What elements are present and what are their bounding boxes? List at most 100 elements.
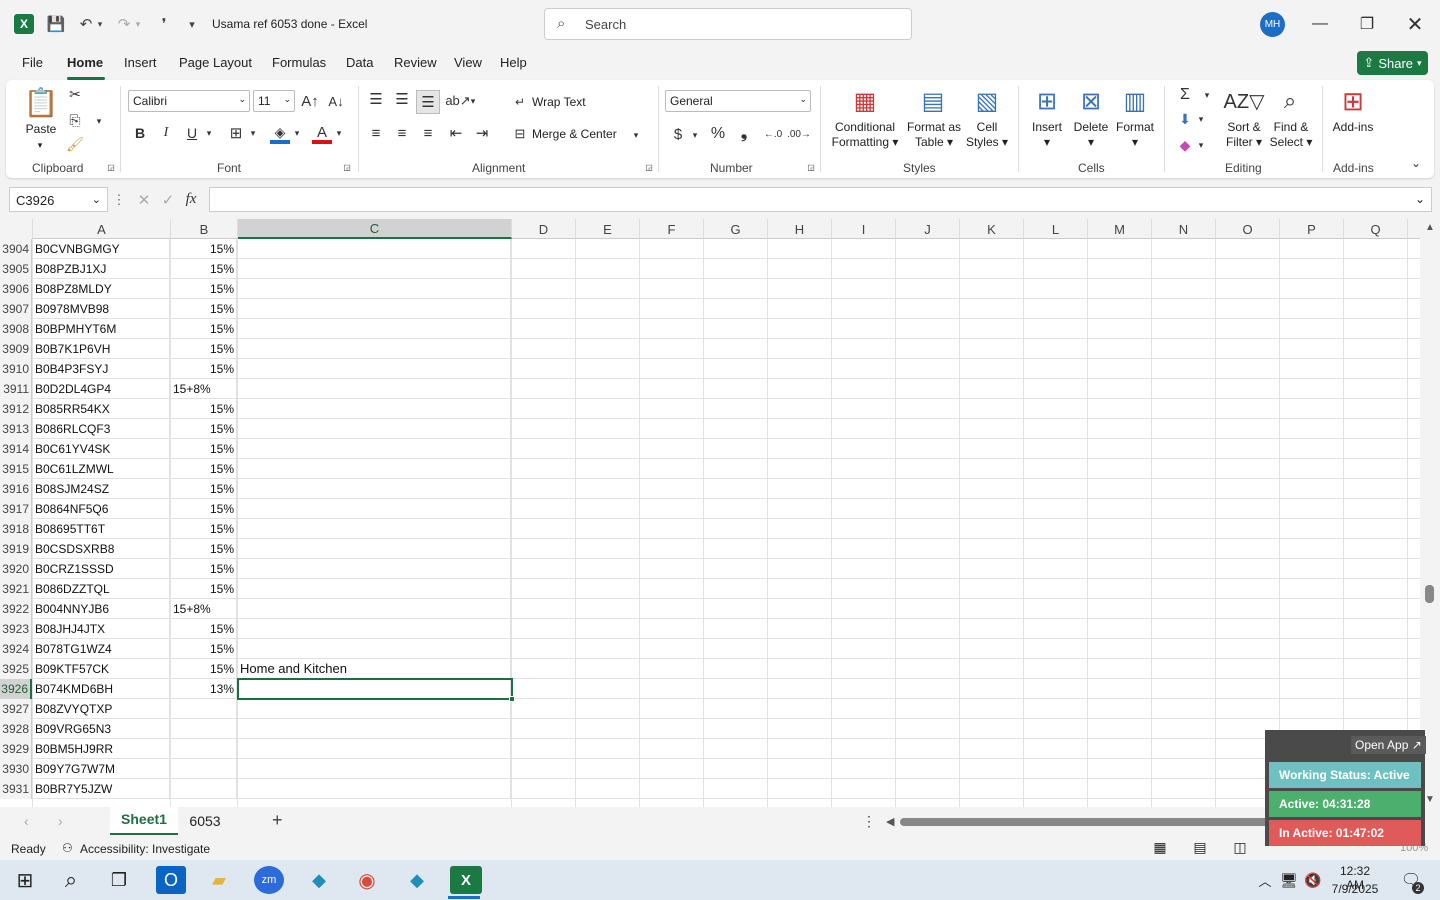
add-ins-icon[interactable]: ⊞ — [1336, 86, 1370, 116]
alignment-launcher-icon[interactable]: ◲ — [644, 162, 654, 172]
row-header[interactable]: 3918 — [0, 519, 32, 539]
more-options-icon[interactable]: ⋮ — [113, 190, 126, 210]
insert-cells-button[interactable]: Insert ▾ — [1024, 120, 1070, 150]
chrome-icon[interactable]: ◉ — [352, 866, 382, 894]
cell-b[interactable] — [171, 719, 237, 739]
cell-c[interactable] — [238, 279, 511, 299]
cell-c[interactable] — [238, 579, 511, 599]
scroll-down-icon[interactable]: ▼ — [1424, 794, 1436, 806]
open-app-button[interactable]: Open App ↗ — [1351, 736, 1426, 754]
row-header[interactable]: 3904 — [0, 239, 32, 259]
cell-b[interactable]: 15% — [171, 619, 237, 639]
cell-a[interactable]: B085RR54KX — [33, 399, 170, 419]
vertical-scrollbar[interactable] — [1420, 219, 1440, 807]
cell-c[interactable] — [238, 299, 511, 319]
row-header[interactable]: 3925 — [0, 659, 32, 679]
cell-c[interactable] — [238, 379, 511, 399]
format-as-table-icon[interactable]: ▤ — [916, 86, 950, 116]
column-header[interactable]: N — [1152, 219, 1216, 239]
sheet-tab-6053[interactable]: 6053 — [180, 807, 230, 835]
cell-a[interactable]: B0BM5HJ9RR — [33, 739, 170, 759]
conditional-formatting-button[interactable]: Conditional Formatting ▾ — [826, 120, 904, 150]
orientation-dropdown-icon[interactable]: ▾ — [468, 94, 478, 108]
clear-icon[interactable]: ◆ — [1174, 136, 1196, 154]
collapse-ribbon-icon[interactable]: ⌄ — [1408, 156, 1424, 170]
cell-c[interactable] — [238, 739, 511, 759]
cell-c[interactable] — [238, 479, 511, 499]
cell-c[interactable] — [238, 779, 511, 799]
cell-a[interactable]: B0D2DL4GP4 — [33, 379, 170, 399]
column-header[interactable]: F — [640, 219, 704, 239]
cell-c[interactable] — [238, 559, 511, 579]
cell-c[interactable] — [238, 759, 511, 779]
wrap-text-button[interactable]: Wrap Text — [532, 95, 586, 110]
cell-a[interactable]: B0CVNBGMGY — [33, 239, 170, 259]
column-header[interactable]: J — [896, 219, 960, 239]
save-icon[interactable]: 💾 — [46, 14, 66, 34]
cell-b[interactable] — [171, 739, 237, 759]
cell-a[interactable]: B074KMD6BH — [33, 679, 170, 699]
cell-b[interactable]: 15% — [171, 279, 237, 299]
task-view-icon[interactable]: ❐ — [104, 866, 134, 894]
expand-formula-icon[interactable]: ⌄ — [1415, 192, 1425, 206]
row-header[interactable]: 3924 — [0, 639, 32, 659]
cell-c[interactable] — [238, 239, 511, 259]
column-header[interactable]: I — [832, 219, 896, 239]
middle-align-icon[interactable]: ☰ — [392, 90, 412, 108]
cell-b[interactable]: 15% — [171, 639, 237, 659]
cell-a[interactable]: B0CSDSXRB8 — [33, 539, 170, 559]
cell-a[interactable]: B086RLCQF3 — [33, 419, 170, 439]
normal-view-icon[interactable]: ▦ — [1150, 839, 1170, 857]
underline-icon[interactable]: U — [184, 124, 200, 142]
cell-a[interactable]: B0BR7Y5JZW — [33, 779, 170, 799]
share-button[interactable]: ⇪ Share ▾ — [1357, 51, 1428, 75]
align-center-icon[interactable]: ≡ — [392, 124, 412, 142]
italic-icon[interactable]: I — [158, 124, 174, 142]
autosum-icon[interactable]: Σ — [1174, 86, 1196, 104]
clock-date[interactable]: 7/9/2025 — [1330, 882, 1380, 896]
cell-b[interactable]: 15% — [171, 399, 237, 419]
cell-b[interactable]: 15% — [171, 319, 237, 339]
row-header[interactable]: 3922 — [0, 599, 32, 619]
find-select-icon[interactable]: ⌕ — [1274, 86, 1306, 116]
format-cells-button[interactable]: Format ▾ — [1112, 120, 1158, 150]
currency-icon[interactable]: $ — [670, 124, 686, 144]
row-header[interactable]: 3907 — [0, 299, 32, 319]
cell-c[interactable] — [238, 259, 511, 279]
decrease-decimal-icon[interactable]: .00→ — [787, 124, 811, 144]
menu-page-layout[interactable]: Page Layout — [179, 55, 252, 70]
menu-help[interactable]: Help — [500, 55, 527, 70]
row-header[interactable]: 3928 — [0, 719, 32, 739]
cell-b[interactable]: 15% — [171, 479, 237, 499]
cell-c[interactable] — [238, 319, 511, 339]
cell-c[interactable] — [238, 419, 511, 439]
add-ins-button[interactable]: Add-ins — [1328, 120, 1378, 135]
cell-a[interactable]: B0CRZ1SSSD — [33, 559, 170, 579]
cell-a[interactable]: B09VRG65N3 — [33, 719, 170, 739]
cell-b[interactable]: 13% — [171, 679, 237, 699]
prev-sheet-icon[interactable]: ‹ — [24, 813, 29, 829]
align-right-icon[interactable]: ≡ — [418, 124, 438, 142]
cell-a[interactable]: B0BPMHYT6M — [33, 319, 170, 339]
cell-a[interactable]: B09KTF57CK — [33, 659, 170, 679]
cell-b[interactable] — [171, 759, 237, 779]
fill-handle[interactable] — [509, 696, 515, 702]
cell-c[interactable] — [238, 639, 511, 659]
avatar[interactable]: MH — [1260, 12, 1285, 37]
menu-formulas[interactable]: Formulas — [272, 55, 326, 70]
horizontal-scroll-thumb[interactable] — [900, 818, 1270, 826]
font-color-dropdown-icon[interactable]: ▾ — [334, 126, 344, 140]
cell-a[interactable]: B09Y7G7W7M — [33, 759, 170, 779]
row-header[interactable]: 3927 — [0, 699, 32, 719]
cell-c[interactable] — [238, 339, 511, 359]
clear-dropdown-icon[interactable]: ▾ — [1196, 138, 1206, 152]
undo-icon[interactable]: ↶ — [76, 14, 96, 34]
scroll-up-icon[interactable]: ▲ — [1424, 222, 1436, 234]
formula-input[interactable]: ⌄ — [209, 187, 1432, 212]
number-format-select[interactable]: General ⌄ — [665, 90, 811, 112]
font-launcher-icon[interactable]: ◲ — [342, 162, 352, 172]
row-header[interactable]: 3923 — [0, 619, 32, 639]
menu-review[interactable]: Review — [394, 55, 437, 70]
cell-b[interactable]: 15% — [171, 659, 237, 679]
number-launcher-icon[interactable]: ◲ — [806, 162, 816, 172]
